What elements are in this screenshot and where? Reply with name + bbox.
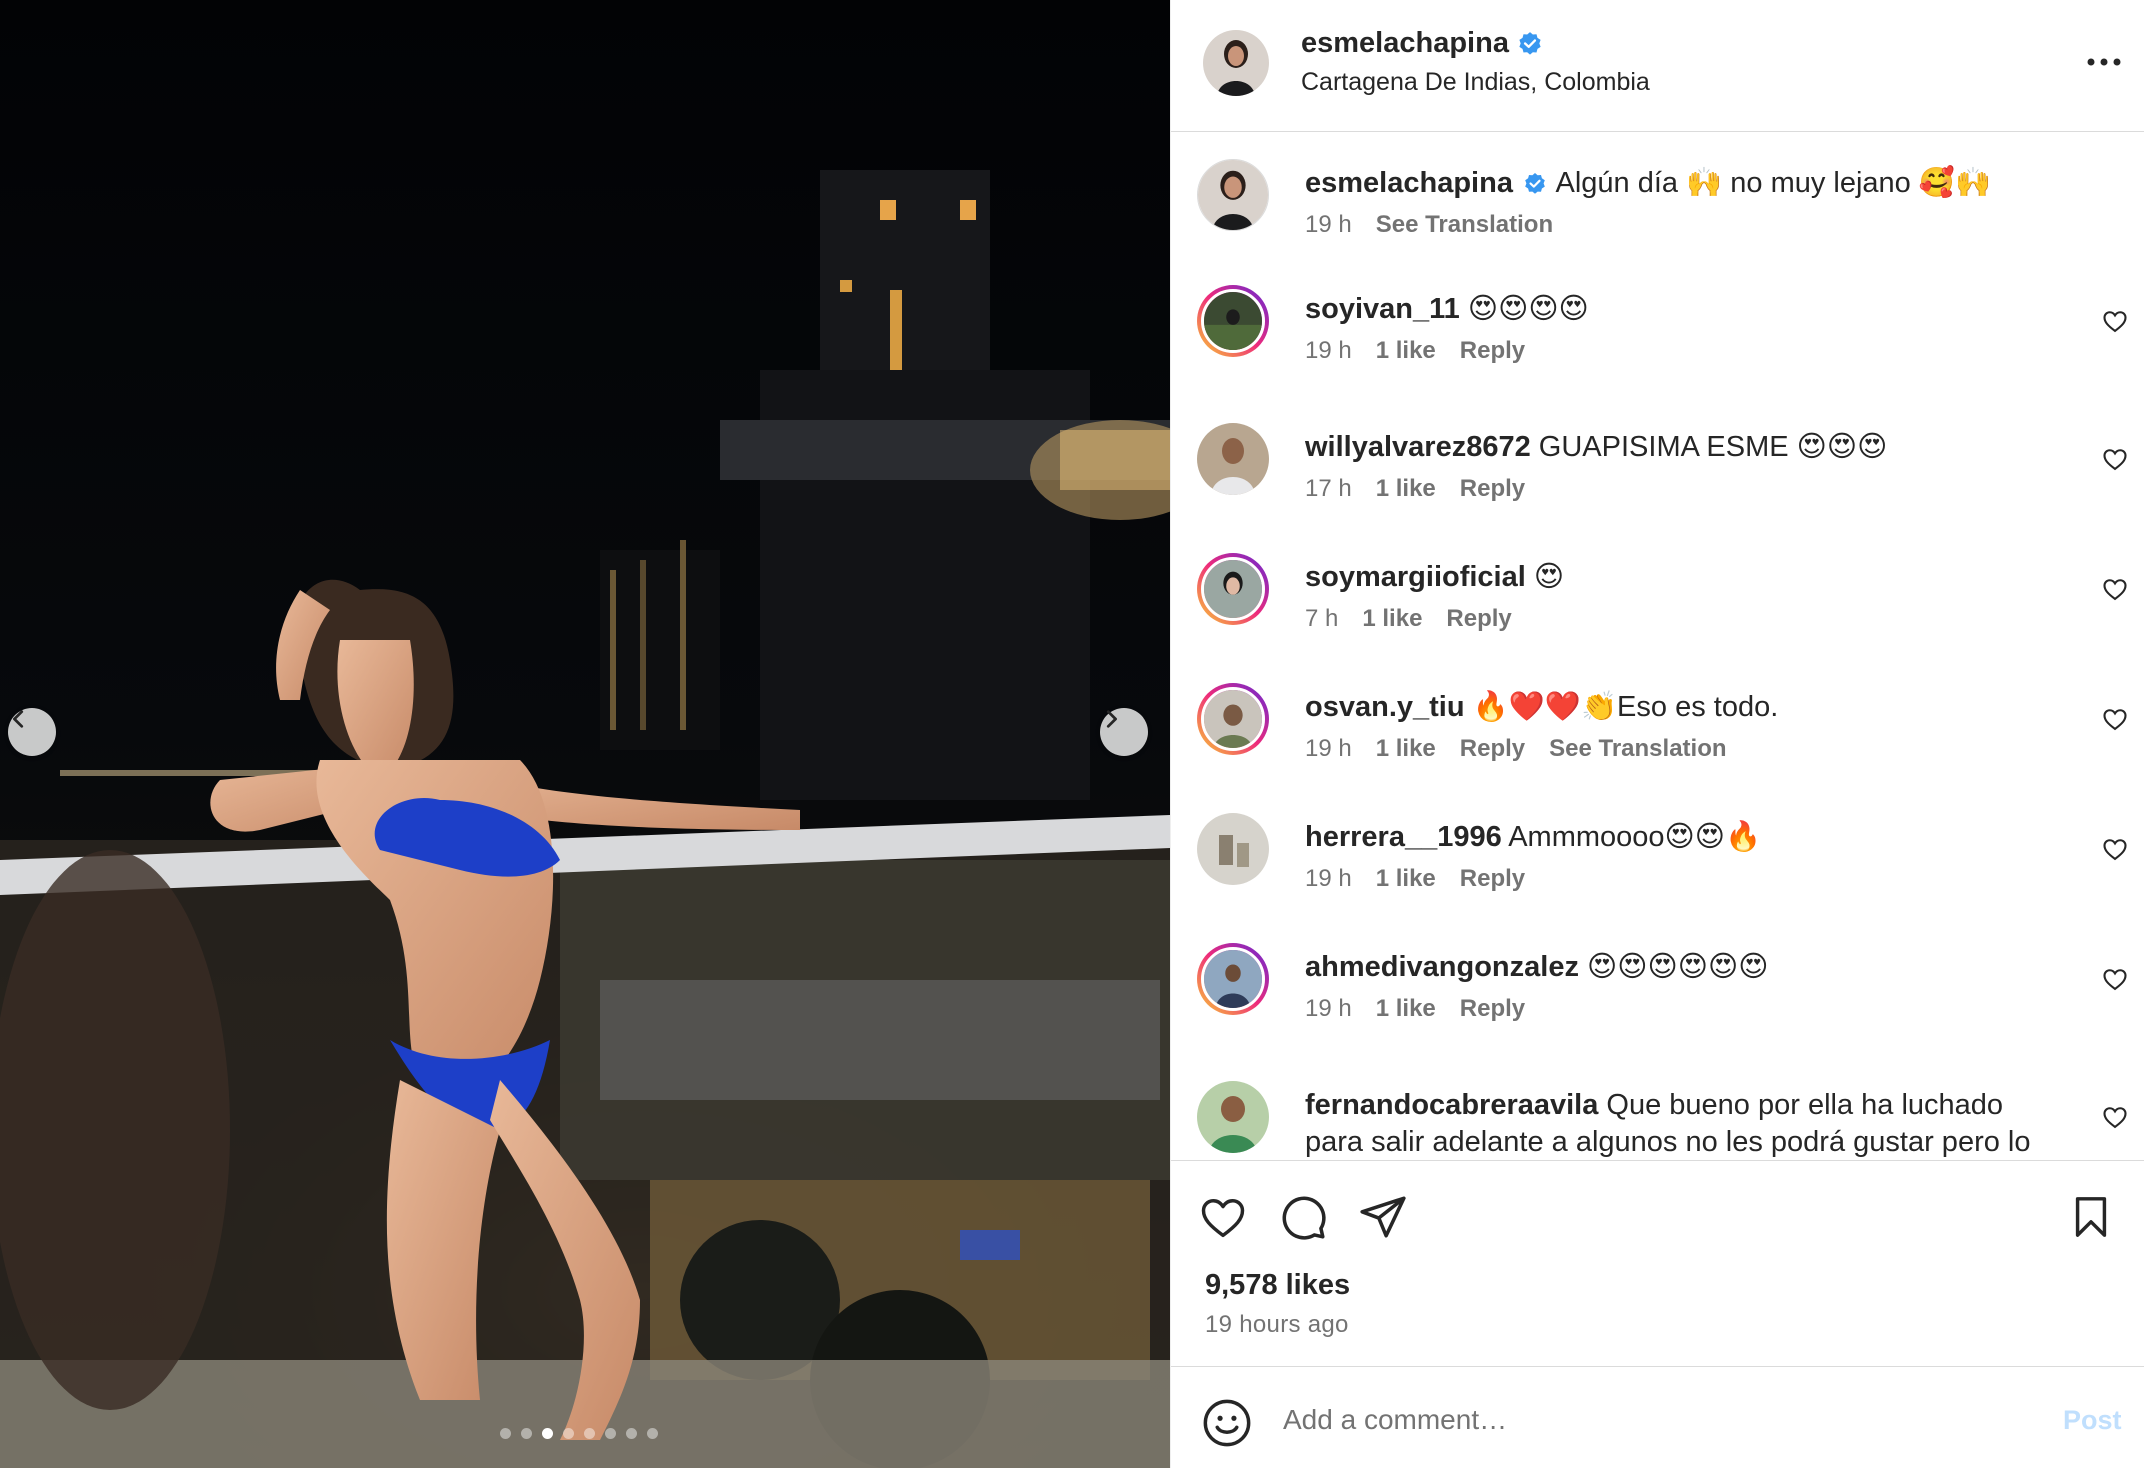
author-avatar[interactable] bbox=[1203, 30, 1269, 96]
comment-likes[interactable]: 1 like bbox=[1376, 995, 1436, 1023]
bookmark-icon bbox=[2075, 1197, 2107, 1237]
post-actions: 9,578 likes 19 hours ago bbox=[1171, 1160, 2144, 1366]
reply-button[interactable]: Reply bbox=[1446, 605, 1511, 633]
author-username[interactable]: esmelachapina bbox=[1301, 27, 1543, 60]
comment-likes[interactable]: 1 like bbox=[1376, 337, 1436, 365]
add-comment-bar: Post bbox=[1171, 1366, 2144, 1468]
comment-body: 😍😍😍😍 bbox=[1467, 293, 1589, 325]
chevron-left-icon bbox=[13, 710, 24, 728]
comment-username[interactable]: soymargiioficial bbox=[1305, 561, 1526, 593]
comment-username[interactable]: soyivan_11 bbox=[1305, 293, 1460, 325]
comment-avatar[interactable] bbox=[1197, 813, 1269, 885]
reply-button[interactable]: Reply bbox=[1460, 995, 1525, 1023]
comments-list[interactable]: esmelachapina Algún día 🙌 no muy lejano … bbox=[1171, 133, 2144, 1158]
post-location[interactable]: Cartagena De Indias, Colombia bbox=[1301, 68, 1650, 97]
comment-body: 😍😍😍😍😍😍 bbox=[1587, 951, 1769, 983]
chevron-right-icon bbox=[1106, 710, 1117, 728]
comment-avatar[interactable] bbox=[1197, 423, 1269, 495]
comment-meta: 19 h 1 like Reply bbox=[1305, 995, 1525, 1023]
slide-indicator bbox=[500, 1428, 658, 1439]
reply-button[interactable]: Reply bbox=[1460, 337, 1525, 365]
slide-dot bbox=[647, 1428, 658, 1439]
comment-meta: 19 h 1 like Reply bbox=[1305, 337, 1525, 365]
comment-button[interactable] bbox=[1277, 1191, 1329, 1243]
comment-time[interactable]: 17 h bbox=[1305, 475, 1352, 503]
comment-avatar[interactable] bbox=[1197, 1081, 1269, 1153]
heart-icon bbox=[1201, 1199, 1245, 1238]
comment-likes[interactable]: 1 like bbox=[1376, 735, 1436, 763]
comment-username[interactable]: fernandocabreraavila bbox=[1305, 1089, 1598, 1121]
comment-meta: 19 h 1 like Reply bbox=[1305, 865, 1525, 893]
comment-meta: 7 h 1 like Reply bbox=[1305, 605, 1512, 633]
comment-avatar[interactable] bbox=[1197, 943, 1269, 1015]
slide-dot bbox=[521, 1428, 532, 1439]
comment-username[interactable]: willyalvarez8672 bbox=[1305, 431, 1531, 463]
comment-likes[interactable]: 1 like bbox=[1376, 865, 1436, 893]
comment-time[interactable]: 19 h bbox=[1305, 337, 1352, 365]
comment-time[interactable]: 19 h bbox=[1305, 735, 1352, 763]
more-horizontal-icon bbox=[2087, 58, 2121, 66]
comment-body: 😍 bbox=[1533, 561, 1565, 593]
reply-button[interactable]: Reply bbox=[1460, 735, 1525, 763]
comment-time[interactable]: 19 h bbox=[1305, 865, 1352, 893]
comment-avatar[interactable] bbox=[1197, 553, 1269, 625]
comment-username[interactable]: herrera__1996 bbox=[1305, 821, 1502, 853]
post-header: esmelachapina Cartagena De Indias, Colom… bbox=[1171, 0, 2144, 132]
caption-avatar[interactable] bbox=[1197, 159, 1269, 231]
comment-body: Ammmoooo😍😍🔥 bbox=[1508, 821, 1762, 853]
slide-dot-active bbox=[542, 1428, 553, 1439]
post-side-panel: esmelachapina Cartagena De Indias, Colom… bbox=[1170, 0, 2144, 1468]
share-button[interactable] bbox=[1357, 1191, 1409, 1243]
caption-time[interactable]: 19 h bbox=[1305, 211, 1352, 239]
verified-badge-icon bbox=[1525, 173, 1545, 194]
reply-button[interactable]: Reply bbox=[1460, 475, 1525, 503]
see-translation-button[interactable]: See Translation bbox=[1376, 211, 1553, 239]
slide-dot bbox=[584, 1428, 595, 1439]
comment-input[interactable] bbox=[1281, 1393, 1985, 1447]
comment-meta: 19 h 1 like Reply See Translation bbox=[1305, 735, 1727, 763]
comment-body: 🔥❤️❤️👏Eso es todo. bbox=[1472, 691, 1779, 723]
comment-username[interactable]: osvan.y_tiu bbox=[1305, 691, 1465, 723]
likes-count[interactable]: 9,578 likes bbox=[1205, 1269, 1350, 1302]
comment-avatar[interactable] bbox=[1197, 285, 1269, 357]
comment-time[interactable]: 19 h bbox=[1305, 995, 1352, 1023]
slide-dot bbox=[500, 1428, 511, 1439]
paper-plane-icon bbox=[1360, 1196, 1406, 1238]
caption-body: Algún día 🙌 no muy lejano 🥰🙌 bbox=[1555, 167, 1992, 199]
comment-body: GUAPISIMA ESME 😍😍😍 bbox=[1538, 431, 1888, 463]
post-media[interactable] bbox=[0, 0, 1170, 1468]
like-button[interactable] bbox=[1197, 1191, 1249, 1243]
reply-button[interactable]: Reply bbox=[1460, 865, 1525, 893]
comment-avatar[interactable] bbox=[1197, 683, 1269, 755]
see-translation-button[interactable]: See Translation bbox=[1549, 735, 1726, 763]
slide-dot bbox=[563, 1428, 574, 1439]
comment-time[interactable]: 7 h bbox=[1305, 605, 1338, 633]
caption-username[interactable]: esmelachapina bbox=[1305, 167, 1513, 199]
slide-dot bbox=[605, 1428, 616, 1439]
post-photo bbox=[0, 0, 1170, 1468]
comment-like-icon[interactable] bbox=[2101, 307, 2129, 335]
comment-likes[interactable]: 1 like bbox=[1376, 475, 1436, 503]
smiley-icon[interactable] bbox=[1201, 1397, 1253, 1449]
more-options-button[interactable] bbox=[2079, 44, 2129, 80]
comment-likes[interactable]: 1 like bbox=[1362, 605, 1422, 633]
comment-like-icon[interactable] bbox=[2101, 1103, 2129, 1131]
comment-like-icon[interactable] bbox=[2101, 575, 2129, 603]
comment-like-icon[interactable] bbox=[2101, 705, 2129, 733]
caption-meta: 19 h See Translation bbox=[1305, 211, 1553, 239]
caption-text: esmelachapina Algún día 🙌 no muy lejano … bbox=[1305, 165, 2045, 202]
verified-badge-icon bbox=[1519, 31, 1541, 55]
next-slide-button[interactable] bbox=[1100, 708, 1148, 756]
comment-meta: 17 h 1 like Reply bbox=[1305, 475, 1525, 503]
comment-username[interactable]: ahmedivangonzalez bbox=[1305, 951, 1579, 983]
comment-like-icon[interactable] bbox=[2101, 445, 2129, 473]
previous-slide-button[interactable] bbox=[8, 708, 56, 756]
post-timestamp[interactable]: 19 hours ago bbox=[1205, 1311, 1349, 1339]
comment-like-icon[interactable] bbox=[2101, 965, 2129, 993]
slide-dot bbox=[626, 1428, 637, 1439]
save-button[interactable] bbox=[2065, 1191, 2117, 1243]
comment-like-icon[interactable] bbox=[2101, 835, 2129, 863]
post-comment-button[interactable]: Post bbox=[2063, 1405, 2122, 1436]
comment-icon bbox=[1282, 1196, 1326, 1240]
